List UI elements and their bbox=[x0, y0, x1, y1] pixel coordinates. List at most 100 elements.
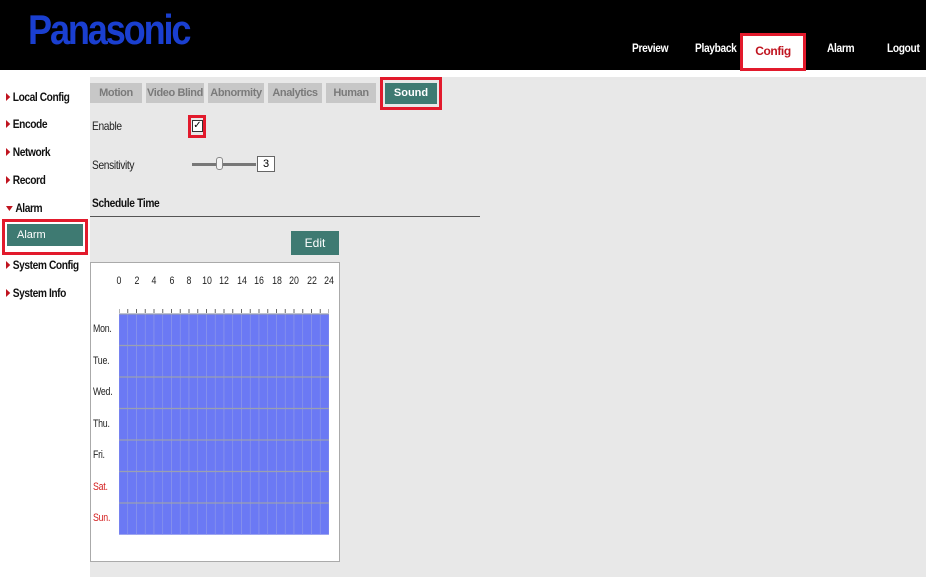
schedule-cell[interactable] bbox=[284, 376, 295, 409]
schedule-cell[interactable] bbox=[249, 471, 260, 504]
schedule-cell[interactable] bbox=[197, 376, 207, 409]
schedule-cell[interactable] bbox=[179, 376, 190, 409]
schedule-cell[interactable] bbox=[319, 313, 329, 346]
schedule-cell[interactable] bbox=[223, 408, 234, 441]
schedule-cell[interactable] bbox=[144, 313, 155, 346]
schedule-cell[interactable] bbox=[232, 345, 242, 378]
sidebar-item-network[interactable]: Network bbox=[6, 143, 50, 161]
schedule-cell[interactable] bbox=[206, 502, 216, 535]
schedule-cell[interactable] bbox=[188, 471, 199, 504]
schedule-cell[interactable] bbox=[267, 376, 277, 409]
schedule-cell[interactable] bbox=[188, 376, 199, 409]
schedule-cell[interactable] bbox=[127, 439, 137, 472]
schedule-cell[interactable] bbox=[179, 439, 190, 472]
schedule-cell[interactable] bbox=[171, 345, 181, 378]
schedule-cell[interactable] bbox=[276, 376, 286, 409]
schedule-cell[interactable] bbox=[206, 471, 216, 504]
schedule-cell[interactable] bbox=[319, 502, 329, 535]
nav-config[interactable]: Config bbox=[743, 36, 803, 66]
schedule-cell[interactable] bbox=[188, 439, 199, 472]
schedule-cell[interactable] bbox=[188, 502, 199, 535]
schedule-cell[interactable] bbox=[302, 408, 312, 441]
schedule-cell[interactable] bbox=[119, 313, 129, 346]
schedule-cell[interactable] bbox=[197, 439, 207, 472]
sensitivity-slider-track[interactable] bbox=[192, 163, 256, 166]
schedule-cell[interactable] bbox=[119, 439, 129, 472]
schedule-cell[interactable] bbox=[223, 471, 234, 504]
schedule-cell[interactable] bbox=[136, 408, 146, 441]
sidebar-subitem-alarm[interactable]: Alarm bbox=[7, 224, 83, 246]
schedule-cell[interactable] bbox=[311, 408, 321, 441]
schedule-cell[interactable] bbox=[293, 471, 304, 504]
schedule-cell[interactable] bbox=[311, 502, 321, 535]
schedule-cell[interactable] bbox=[249, 408, 260, 441]
schedule-cell[interactable] bbox=[206, 376, 216, 409]
schedule-cell[interactable] bbox=[206, 439, 216, 472]
sidebar-item-record[interactable]: Record bbox=[6, 171, 46, 189]
schedule-cell[interactable] bbox=[232, 376, 242, 409]
schedule-cell[interactable] bbox=[241, 471, 251, 504]
schedule-cell[interactable] bbox=[241, 376, 251, 409]
schedule-cell[interactable] bbox=[293, 345, 304, 378]
schedule-cell[interactable] bbox=[223, 345, 234, 378]
schedule-cell[interactable] bbox=[258, 313, 269, 346]
schedule-cell[interactable] bbox=[197, 408, 207, 441]
tab-motion[interactable]: Motion bbox=[90, 83, 142, 103]
schedule-cell[interactable] bbox=[267, 502, 277, 535]
schedule-cell[interactable] bbox=[241, 313, 251, 346]
schedule-cell[interactable] bbox=[284, 408, 295, 441]
schedule-cell[interactable] bbox=[162, 439, 172, 472]
schedule-cell[interactable] bbox=[214, 408, 225, 441]
schedule-cell[interactable] bbox=[127, 471, 137, 504]
schedule-cell[interactable] bbox=[119, 408, 129, 441]
schedule-cell[interactable] bbox=[319, 408, 329, 441]
schedule-cell[interactable] bbox=[232, 502, 242, 535]
schedule-cell[interactable] bbox=[302, 313, 312, 346]
schedule-cell[interactable] bbox=[276, 439, 286, 472]
schedule-cell[interactable] bbox=[223, 439, 234, 472]
schedule-cell[interactable] bbox=[293, 376, 304, 409]
schedule-cell[interactable] bbox=[258, 471, 269, 504]
schedule-cell[interactable] bbox=[206, 345, 216, 378]
schedule-cell[interactable] bbox=[311, 376, 321, 409]
schedule-cell[interactable] bbox=[171, 313, 181, 346]
schedule-cell[interactable] bbox=[162, 471, 172, 504]
sidebar-item-system-config[interactable]: System Config bbox=[6, 256, 79, 274]
schedule-cell[interactable] bbox=[284, 502, 295, 535]
schedule-cell[interactable] bbox=[311, 313, 321, 346]
schedule-cell[interactable] bbox=[249, 376, 260, 409]
schedule-cell[interactable] bbox=[119, 376, 129, 409]
schedule-cell[interactable] bbox=[284, 313, 295, 346]
schedule-cell[interactable] bbox=[267, 313, 277, 346]
schedule-cell[interactable] bbox=[214, 313, 225, 346]
schedule-cell[interactable] bbox=[136, 502, 146, 535]
schedule-cell[interactable] bbox=[197, 345, 207, 378]
schedule-cell[interactable] bbox=[302, 502, 312, 535]
schedule-cell[interactable] bbox=[171, 471, 181, 504]
sidebar-item-alarm[interactable]: Alarm bbox=[6, 199, 43, 217]
tab-human[interactable]: Human bbox=[326, 83, 376, 103]
schedule-cell[interactable] bbox=[206, 408, 216, 441]
schedule-cell[interactable] bbox=[223, 376, 234, 409]
schedule-cell[interactable] bbox=[162, 502, 172, 535]
schedule-cell[interactable] bbox=[119, 345, 129, 378]
schedule-cell[interactable] bbox=[293, 439, 304, 472]
schedule-cell[interactable] bbox=[171, 376, 181, 409]
schedule-cell[interactable] bbox=[153, 376, 164, 409]
enable-checkbox[interactable]: ✓ bbox=[192, 120, 203, 132]
schedule-cell[interactable] bbox=[302, 439, 312, 472]
sidebar-item-local-config[interactable]: Local Config bbox=[6, 88, 70, 106]
schedule-cell[interactable] bbox=[284, 439, 295, 472]
schedule-cell[interactable] bbox=[153, 502, 164, 535]
schedule-cell[interactable] bbox=[127, 502, 137, 535]
schedule-cell[interactable] bbox=[267, 408, 277, 441]
schedule-cell[interactable] bbox=[206, 313, 216, 346]
schedule-cell[interactable] bbox=[214, 439, 225, 472]
edit-button[interactable]: Edit bbox=[291, 231, 339, 255]
schedule-cell[interactable] bbox=[188, 408, 199, 441]
schedule-cell[interactable] bbox=[232, 408, 242, 441]
nav-logout[interactable]: Logout bbox=[887, 34, 920, 68]
schedule-cell[interactable] bbox=[249, 313, 260, 346]
schedule-cell[interactable] bbox=[241, 408, 251, 441]
sidebar-item-system-info[interactable]: System Info bbox=[6, 284, 66, 302]
